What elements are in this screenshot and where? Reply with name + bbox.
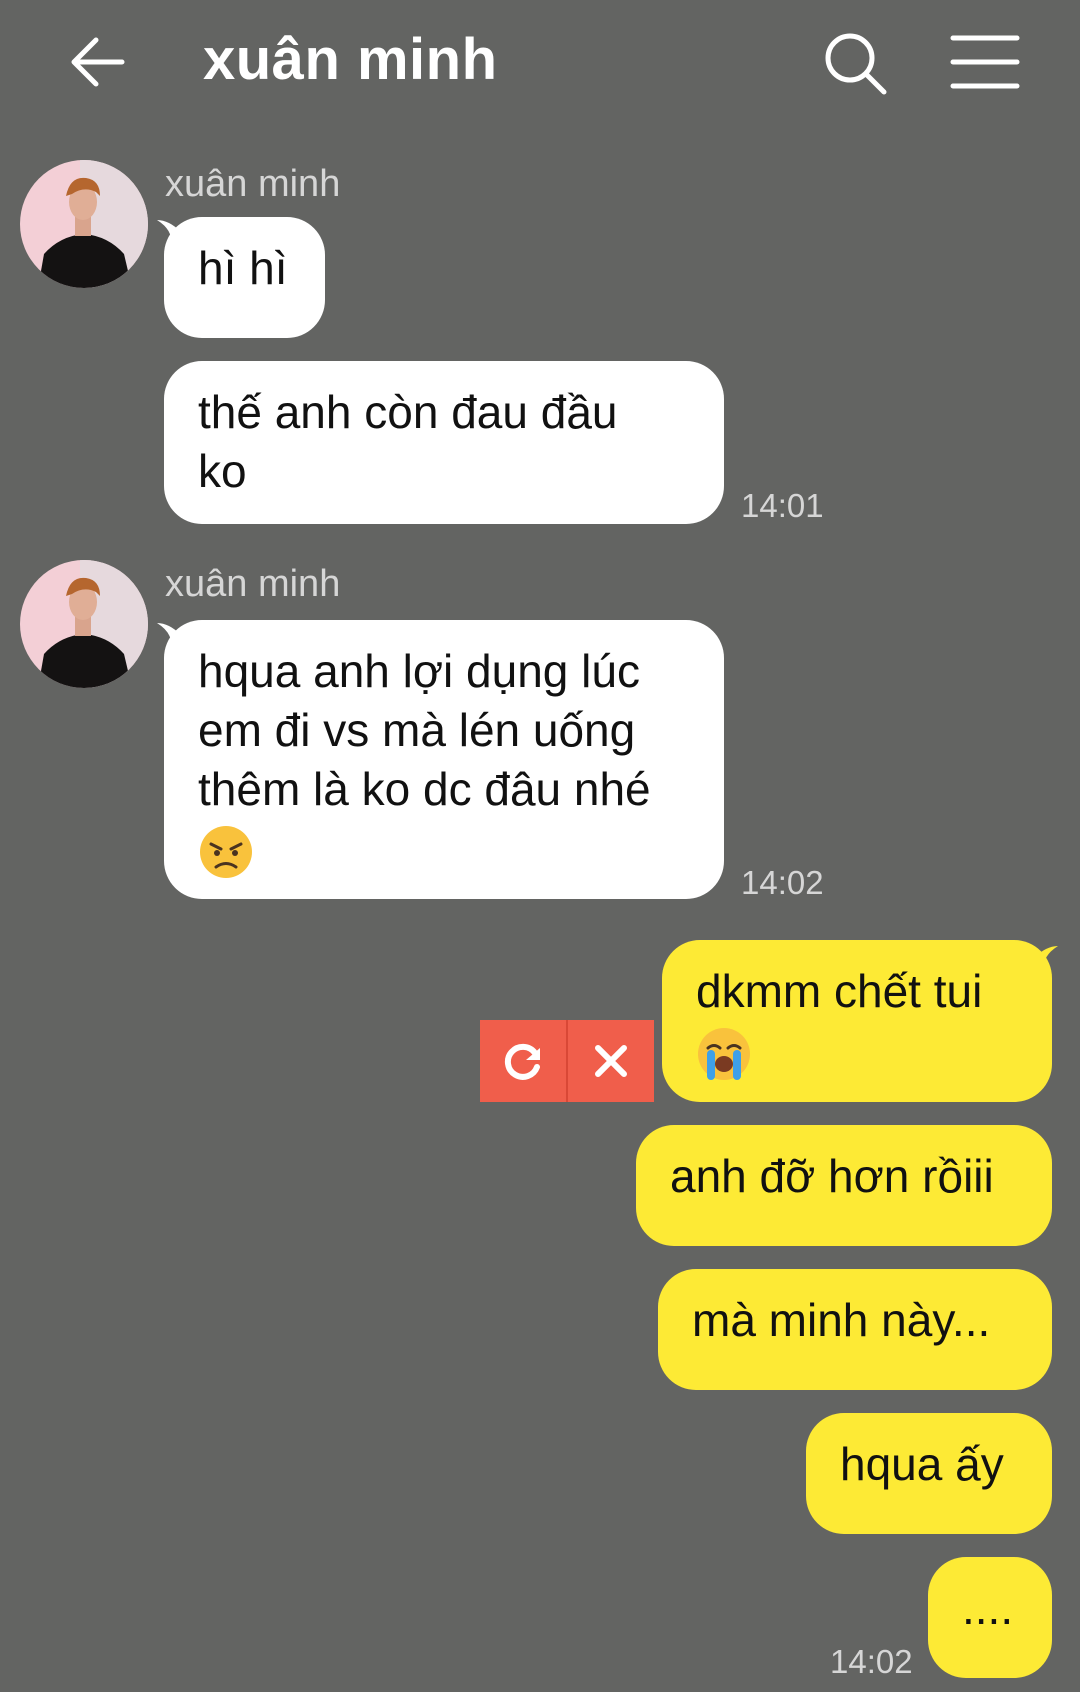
message-text-line: thế anh còn đau đầu: [198, 386, 618, 438]
message-timestamp: 14:02: [741, 864, 824, 901]
sender-name: xuân minh: [165, 563, 341, 605]
avatar[interactable]: [20, 160, 148, 288]
message-text: mà minh này...: [692, 1294, 991, 1346]
back-button[interactable]: [66, 30, 130, 94]
message-text: anh đỡ hơn rồiii: [670, 1150, 994, 1202]
angry-face-emoji: [200, 825, 252, 878]
incoming-message-bubble[interactable]: hqua anh lợi dụng lúc em đi vs mà lén uố…: [164, 620, 724, 899]
incoming-message-bubble[interactable]: hì hì: [164, 217, 325, 338]
message-timestamp: 14:02: [830, 1643, 913, 1680]
search-button[interactable]: [822, 30, 888, 96]
delete-button[interactable]: [568, 1020, 654, 1102]
avatar[interactable]: [20, 560, 148, 688]
message-text: hì hì: [198, 242, 288, 294]
search-icon: [825, 33, 887, 95]
failed-message-actions: [480, 1020, 654, 1102]
loudly-crying-face-emoji: [698, 1027, 750, 1080]
chat-title: xuân minh: [203, 27, 498, 92]
message-text-line: em đi vs mà lén uống: [198, 704, 636, 756]
sender-name: xuân minh: [165, 163, 341, 205]
chat-header: xuân minh: [0, 0, 1080, 130]
message-text-line: dkmm chết tui: [696, 965, 983, 1017]
message-text: hqua ấy: [840, 1438, 1004, 1490]
arrow-left-icon: [71, 37, 125, 87]
message-text: ....: [962, 1582, 1014, 1634]
retry-button[interactable]: [480, 1020, 566, 1102]
message-timestamp: 14:01: [741, 487, 824, 524]
outgoing-message-bubble[interactable]: dkmm chết tui: [662, 940, 1052, 1102]
outgoing-message-bubble[interactable]: hqua ấy: [806, 1413, 1052, 1534]
message-text-line: thêm là ko dc đâu nhé: [198, 763, 651, 815]
message-text-line: ko: [198, 445, 247, 497]
menu-button[interactable]: [950, 32, 1020, 92]
message-text-line: hqua anh lợi dụng lúc: [198, 645, 640, 697]
outgoing-message-bubble[interactable]: ....: [928, 1557, 1052, 1678]
hamburger-menu-icon: [950, 35, 1020, 89]
retry-icon: [504, 1043, 540, 1080]
outgoing-message-bubble[interactable]: mà minh này...: [658, 1269, 1052, 1390]
incoming-message-bubble[interactable]: thế anh còn đau đầu ko: [164, 361, 724, 524]
close-icon: [595, 1045, 627, 1077]
outgoing-message-bubble[interactable]: anh đỡ hơn rồiii: [636, 1125, 1052, 1246]
